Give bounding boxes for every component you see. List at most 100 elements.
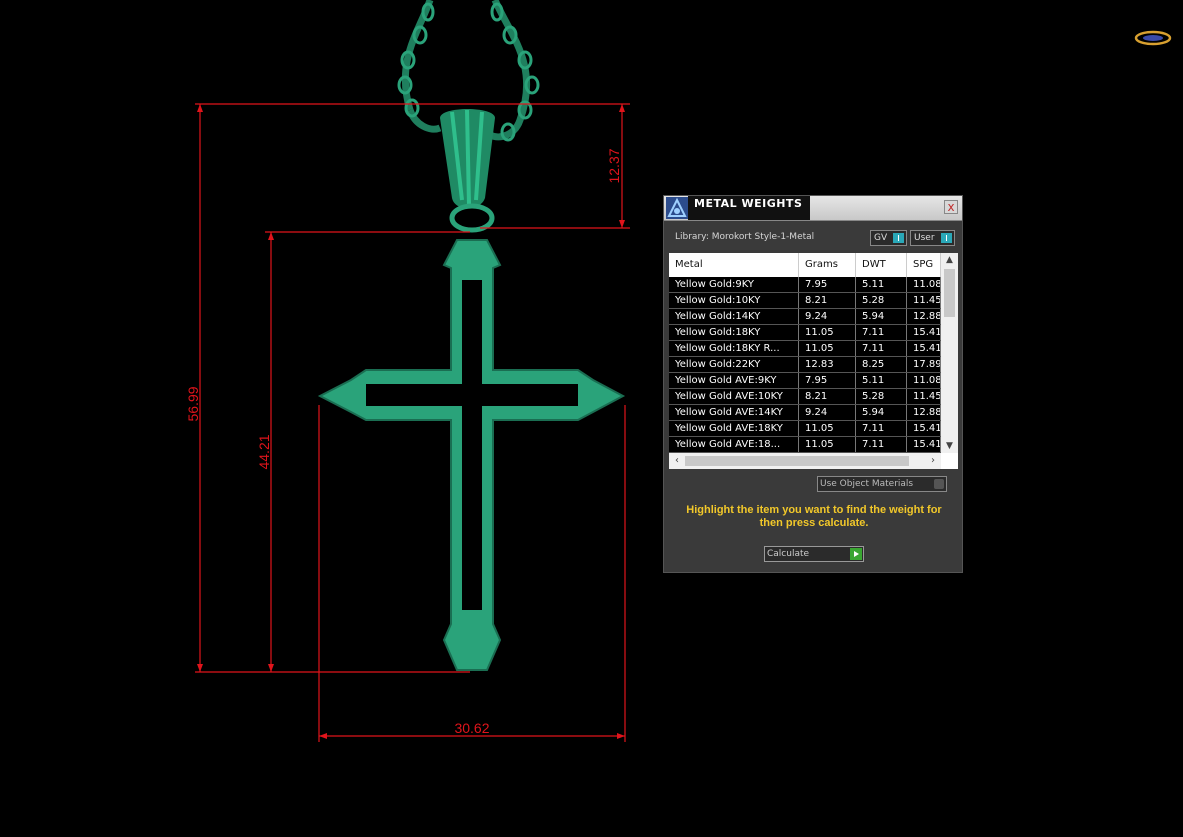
table-row[interactable]: Yellow Gold:22KY 12.83 8.25 17.89 — [669, 357, 941, 373]
table-row[interactable]: Yellow Gold:18KY 11.05 7.11 15.41 — [669, 325, 941, 341]
cell-metal: Yellow Gold AVE:14KY — [669, 405, 799, 420]
table-row[interactable]: Yellow Gold AVE:14KY 9.24 5.94 12.88 — [669, 405, 941, 421]
cell-grams: 11.05 — [799, 437, 856, 452]
vertical-scroll-thumb[interactable] — [944, 269, 955, 317]
cell-dwt: 7.11 — [856, 325, 907, 340]
table-header: Metal Grams DWT SPG — [669, 253, 941, 277]
cell-dwt: 7.11 — [856, 437, 907, 452]
panel-title: METAL WEIGHTS — [694, 197, 803, 210]
cell-dwt: 5.28 — [856, 293, 907, 308]
column-header-dwt[interactable]: DWT — [856, 253, 907, 277]
use-object-materials-toggle[interactable]: Use Object Materials — [817, 476, 947, 492]
dimension-total-height: 56.99 — [185, 386, 201, 421]
table-row[interactable]: Yellow Gold:18KY R... 11.05 7.11 15.41 — [669, 341, 941, 357]
column-header-metal[interactable]: Metal — [669, 253, 799, 277]
cell-dwt: 5.11 — [856, 277, 907, 292]
cell-spg: 11.45 — [907, 293, 941, 308]
column-header-grams[interactable]: Grams — [799, 253, 856, 277]
cell-dwt: 5.28 — [856, 389, 907, 404]
cell-spg: 15.41 — [907, 325, 941, 340]
scroll-right-icon[interactable]: › — [925, 453, 941, 469]
cell-spg: 11.08 — [907, 373, 941, 388]
cell-dwt: 7.11 — [856, 341, 907, 356]
cell-spg: 15.41 — [907, 421, 941, 436]
cell-grams: 11.05 — [799, 325, 856, 340]
table-row[interactable]: Yellow Gold AVE:10KY 8.21 5.28 11.45 — [669, 389, 941, 405]
dimension-cross-height: 44.21 — [256, 434, 272, 469]
cell-grams: 7.95 — [799, 373, 856, 388]
cell-metal: Yellow Gold:18KY R... — [669, 341, 799, 356]
panel-title-bar[interactable]: METAL WEIGHTS x — [664, 196, 962, 221]
table-body: Yellow Gold:9KY 7.95 5.11 11.08 Yellow G… — [669, 277, 941, 453]
cross-pendant — [317, 239, 626, 671]
cell-metal: Yellow Gold AVE:10KY — [669, 389, 799, 404]
gv-toggle[interactable]: GV — [870, 230, 907, 246]
cell-spg: 15.41 — [907, 437, 941, 452]
cell-grams: 8.21 — [799, 389, 856, 404]
use-object-materials-label: Use Object Materials — [820, 479, 914, 489]
cell-metal: Yellow Gold:9KY — [669, 277, 799, 292]
vertical-scrollbar[interactable]: ▲ ▼ — [941, 253, 958, 453]
cell-metal: Yellow Gold:14KY — [669, 309, 799, 324]
table-row[interactable]: Yellow Gold AVE:9KY 7.95 5.11 11.08 — [669, 373, 941, 389]
dimension-width: 30.62 — [454, 720, 489, 736]
table-row[interactable]: Yellow Gold AVE:18... 11.05 7.11 15.41 — [669, 437, 941, 453]
library-label: Library: Morokort Style-1-Metal — [675, 232, 815, 242]
cell-spg: 11.45 — [907, 389, 941, 404]
cell-metal: Yellow Gold AVE:18KY — [669, 421, 799, 436]
cell-grams: 8.21 — [799, 293, 856, 308]
bail — [440, 109, 495, 233]
cell-metal: Yellow Gold AVE:18... — [669, 437, 799, 452]
scroll-left-icon[interactable]: ‹ — [669, 453, 685, 469]
cell-grams: 12.83 — [799, 357, 856, 372]
instruction-text: Highlight the item you want to find the … — [686, 504, 942, 529]
horizontal-scroll-thumb[interactable] — [685, 456, 909, 466]
cell-grams: 9.24 — [799, 405, 856, 420]
cell-dwt: 5.11 — [856, 373, 907, 388]
column-header-spg[interactable]: SPG — [907, 253, 941, 277]
cell-metal: Yellow Gold:18KY — [669, 325, 799, 340]
cell-spg: 15.41 — [907, 341, 941, 356]
close-icon: x — [947, 200, 955, 214]
user-toggle[interactable]: User — [910, 230, 955, 246]
table-row[interactable]: Yellow Gold AVE:18KY 11.05 7.11 15.41 — [669, 421, 941, 437]
cell-grams: 11.05 — [799, 341, 856, 356]
cell-spg: 12.88 — [907, 309, 941, 324]
cell-metal: Yellow Gold:10KY — [669, 293, 799, 308]
cell-metal: Yellow Gold:22KY — [669, 357, 799, 372]
cell-grams: 11.05 — [799, 421, 856, 436]
toggle-knob-icon — [934, 479, 944, 489]
dimension-arrows — [197, 104, 625, 739]
metal-table: Metal Grams DWT SPG Yellow Gold:9KY 7.95… — [669, 253, 958, 469]
cell-grams: 7.95 — [799, 277, 856, 292]
horizontal-scrollbar[interactable]: ‹ › — [669, 453, 941, 469]
metal-weights-panel: METAL WEIGHTS x Library: Morokort Style-… — [663, 195, 963, 573]
scroll-down-icon[interactable]: ▼ — [941, 439, 958, 453]
toggle-knob-icon — [893, 233, 904, 243]
cell-dwt: 8.25 — [856, 357, 907, 372]
calculate-button[interactable]: Calculate — [764, 546, 864, 562]
table-row[interactable]: Yellow Gold:9KY 7.95 5.11 11.08 — [669, 277, 941, 293]
app-logo-icon — [666, 197, 688, 219]
scroll-up-icon[interactable]: ▲ — [941, 253, 958, 267]
cell-dwt: 5.94 — [856, 309, 907, 324]
cell-metal: Yellow Gold AVE:9KY — [669, 373, 799, 388]
cell-grams: 9.24 — [799, 309, 856, 324]
gv-toggle-label: GV — [874, 233, 888, 243]
toggle-knob-icon — [941, 233, 952, 243]
cell-spg: 12.88 — [907, 405, 941, 420]
cell-spg: 17.89 — [907, 357, 941, 372]
cell-dwt: 7.11 — [856, 421, 907, 436]
table-row[interactable]: Yellow Gold:14KY 9.24 5.94 12.88 — [669, 309, 941, 325]
user-toggle-label: User — [914, 233, 935, 243]
cell-spg: 11.08 — [907, 277, 941, 292]
dimension-lines — [195, 103, 630, 742]
close-button[interactable]: x — [944, 200, 958, 214]
table-row[interactable]: Yellow Gold:10KY 8.21 5.28 11.45 — [669, 293, 941, 309]
calculate-label: Calculate — [767, 549, 810, 559]
3d-viewport[interactable]: 56.99 44.21 12.37 30.62 — [0, 0, 1183, 837]
play-arrow-icon — [850, 548, 862, 560]
dimension-bail-height: 12.37 — [606, 148, 622, 183]
ring-logo-icon — [1134, 30, 1172, 46]
cell-dwt: 5.94 — [856, 405, 907, 420]
